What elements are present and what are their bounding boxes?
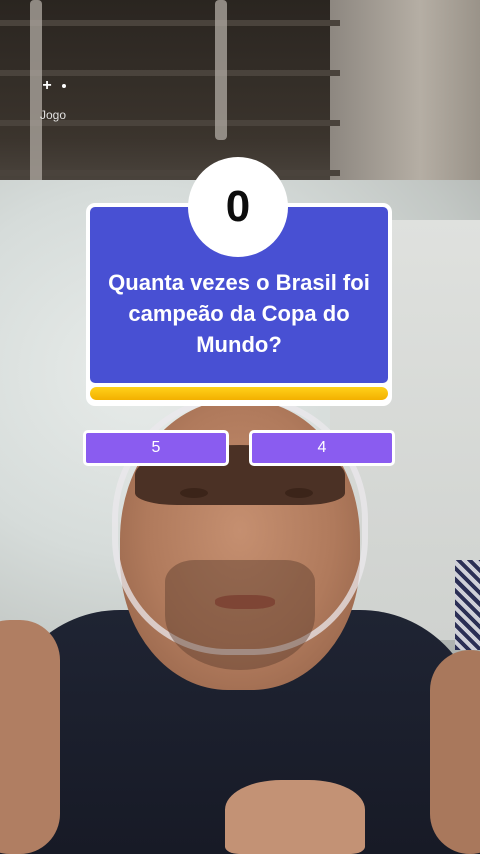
question-text: Quanta vezes o Brasil foi campeão da Cop… — [108, 269, 370, 357]
score-badge: 0 — [188, 157, 288, 257]
effect-menu-icon[interactable]: + — [30, 62, 78, 110]
plus-icon: + — [42, 77, 52, 94]
background-bedpost — [215, 0, 227, 140]
answer-button-1[interactable]: 5 — [83, 430, 229, 466]
person-mouth — [215, 595, 275, 609]
score-value: 0 — [225, 182, 251, 231]
person-shoulder — [0, 620, 60, 854]
background-slat — [0, 20, 340, 26]
person-eye — [285, 488, 313, 498]
timer-track — [90, 387, 388, 400]
timer-bar — [90, 387, 388, 400]
background-slat — [0, 170, 340, 176]
effect-label: Jogo — [40, 108, 67, 122]
person-eye — [180, 488, 208, 498]
answer-button-2[interactable]: 4 — [249, 430, 395, 466]
person-shoulder — [430, 650, 480, 854]
background-fabric — [455, 560, 480, 650]
person-hand — [225, 780, 365, 854]
dot-icon — [61, 84, 66, 88]
camera-screen: + Jogo Quanta vezes o Brasil foi campeão… — [0, 0, 480, 854]
person-beard — [165, 560, 315, 670]
